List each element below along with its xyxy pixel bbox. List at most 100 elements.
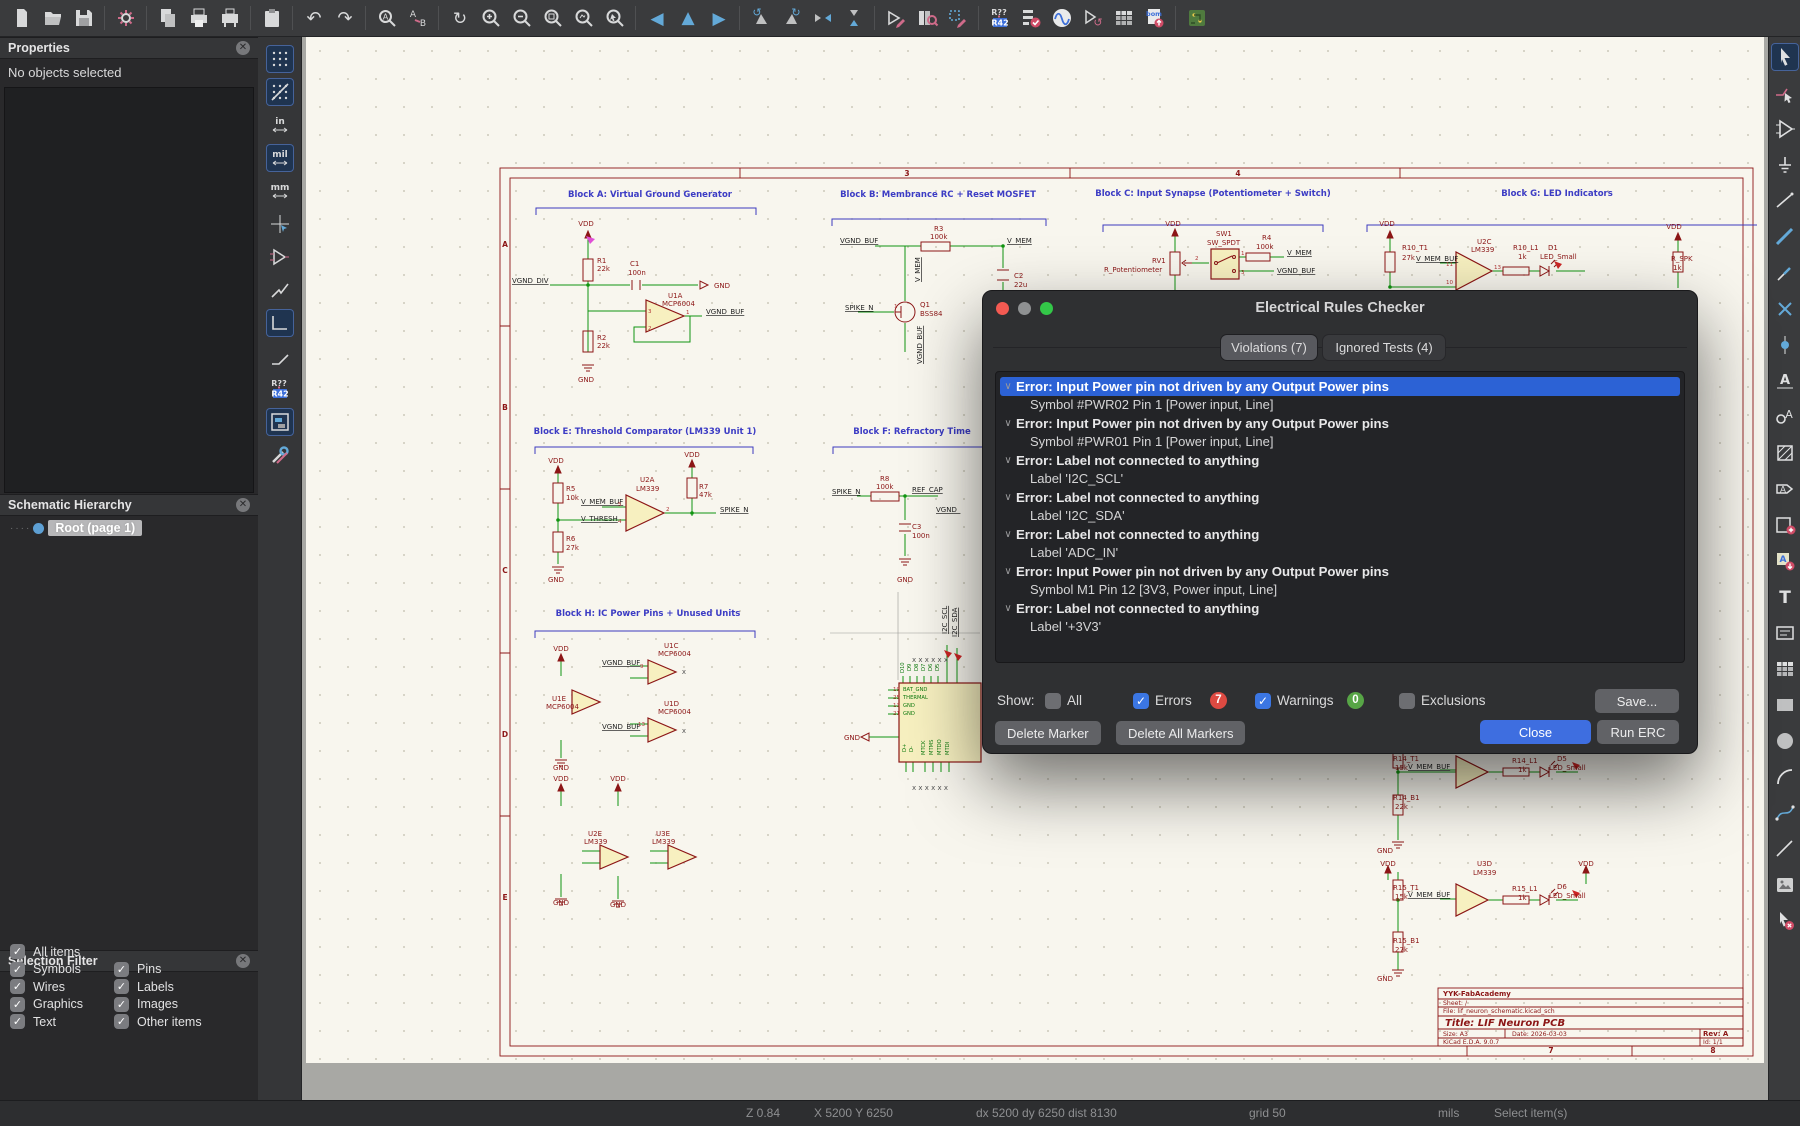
import-sheet-pin-button[interactable]: A bbox=[1771, 547, 1799, 575]
refresh-button[interactable]: ↻ bbox=[444, 3, 475, 33]
filter-item-graphics[interactable]: ✓Graphics bbox=[10, 997, 83, 1012]
zoom-fit-objects-button[interactable] bbox=[568, 3, 599, 33]
hierarchy-item-root[interactable]: ···· Root (page 1) bbox=[10, 520, 142, 536]
close-icon[interactable]: ✕ bbox=[236, 498, 250, 512]
delete-all-markers-button[interactable]: Delete All Markers bbox=[1116, 721, 1245, 745]
delete-tool-button[interactable] bbox=[1771, 907, 1799, 935]
violation-row[interactable]: ∨Error: Label not connected to anything bbox=[1000, 599, 1680, 618]
chevron-down-icon[interactable]: ∨ bbox=[1000, 492, 1016, 503]
page-settings-button[interactable] bbox=[152, 3, 183, 33]
checkbox-icon[interactable]: ✓ bbox=[114, 1014, 129, 1029]
units-inches-button[interactable]: in bbox=[266, 111, 294, 139]
violations-list[interactable]: ∨Error: Input Power pin not driven by an… bbox=[995, 371, 1685, 663]
violation-row[interactable]: ∨Error: Input Power pin not driven by an… bbox=[1000, 414, 1680, 433]
schematic-setup-button[interactable] bbox=[110, 3, 141, 33]
close-icon[interactable]: ✕ bbox=[236, 41, 250, 55]
zoom-in-button[interactable] bbox=[475, 3, 506, 33]
violation-detail[interactable]: Symbol M1 Pin 12 [3V3, Power input, Line… bbox=[1000, 581, 1680, 600]
hv-wires-button[interactable] bbox=[266, 309, 294, 337]
draw-wire-button[interactable] bbox=[1771, 187, 1799, 215]
violation-row[interactable]: ∨Error: Label not connected to anything bbox=[1000, 451, 1680, 470]
junction-button[interactable] bbox=[1771, 331, 1799, 359]
filter-item-wires[interactable]: ✓Wires bbox=[10, 979, 65, 994]
find-replace-button[interactable]: AB bbox=[402, 3, 433, 33]
violation-row[interactable]: ∨Error: Label not connected to anything bbox=[1000, 525, 1680, 544]
filter-item-all-items[interactable]: ✓All items bbox=[10, 944, 80, 959]
annotate-button[interactable]: R??R42 bbox=[984, 3, 1015, 33]
rotate-ccw-button[interactable]: ↺ bbox=[745, 3, 776, 33]
chevron-down-icon[interactable]: ∨ bbox=[1000, 529, 1016, 540]
zoom-out-button[interactable] bbox=[506, 3, 537, 33]
violation-detail[interactable]: Label 'I2C_SCL' bbox=[1000, 470, 1680, 489]
grid-visibility-button[interactable] bbox=[266, 45, 294, 73]
units-mils-button[interactable]: mil bbox=[266, 144, 294, 172]
run-erc-button[interactable] bbox=[1015, 3, 1046, 33]
draw-sheet-button[interactable] bbox=[1771, 511, 1799, 539]
no-connect-button[interactable] bbox=[1771, 295, 1799, 323]
hierarchical-label-button[interactable]: A bbox=[1771, 475, 1799, 503]
violation-detail[interactable]: Label '+3V3' bbox=[1000, 618, 1680, 637]
bezier-button[interactable] bbox=[1771, 799, 1799, 827]
simulator-button[interactable] bbox=[1046, 3, 1077, 33]
place-power-button[interactable] bbox=[1771, 151, 1799, 179]
show-checkbox-errors[interactable]: ✓ bbox=[1133, 693, 1149, 709]
violation-detail[interactable]: Label 'I2C_SDA' bbox=[1000, 507, 1680, 526]
checkbox-icon[interactable]: ✓ bbox=[10, 1014, 25, 1029]
update-symbols-button[interactable]: ↺ bbox=[1077, 3, 1108, 33]
chevron-down-icon[interactable]: ∨ bbox=[1000, 381, 1016, 392]
tab-violations[interactable]: Violations (7) bbox=[1221, 335, 1317, 360]
chevron-down-icon[interactable]: ∨ bbox=[1000, 566, 1016, 577]
rule-area-button[interactable] bbox=[1771, 439, 1799, 467]
export-bom-button[interactable]: bom bbox=[1139, 3, 1170, 33]
filter-item-pins[interactable]: ✓Pins bbox=[114, 962, 161, 977]
plot-button[interactable] bbox=[214, 3, 245, 33]
violation-row[interactable]: ∨Error: Input Power pin not driven by an… bbox=[1000, 562, 1680, 581]
rotate-cw-button[interactable]: ↻ bbox=[776, 3, 807, 33]
tab-ignored-tests[interactable]: Ignored Tests (4) bbox=[1323, 335, 1445, 360]
45-wires-button[interactable] bbox=[266, 342, 294, 370]
properties-panel-button[interactable] bbox=[266, 441, 294, 469]
checkbox-icon[interactable]: ✓ bbox=[114, 997, 129, 1012]
paste-button[interactable] bbox=[256, 3, 287, 33]
line-button[interactable] bbox=[1771, 835, 1799, 863]
violation-detail[interactable]: Label 'ADC_IN' bbox=[1000, 544, 1680, 563]
filter-item-symbols[interactable]: ✓Symbols bbox=[10, 962, 81, 977]
redo-button[interactable]: ↷ bbox=[329, 3, 360, 33]
find-button[interactable]: A bbox=[371, 3, 402, 33]
table-button[interactable] bbox=[1771, 655, 1799, 683]
nav-back-button[interactable]: ◀ bbox=[641, 3, 672, 33]
close-icon[interactable]: ✕ bbox=[236, 954, 250, 968]
violation-row[interactable]: ∨Error: Label not connected to anything bbox=[1000, 488, 1680, 507]
hierarchy-item-label[interactable]: Root (page 1) bbox=[48, 520, 142, 536]
show-checkbox-exclusions[interactable] bbox=[1399, 693, 1415, 709]
mirror-vertical-button[interactable] bbox=[838, 3, 869, 33]
chevron-down-icon[interactable]: ∨ bbox=[1000, 418, 1016, 429]
place-text-button[interactable]: T bbox=[1771, 583, 1799, 611]
nav-up-button[interactable]: ▲ bbox=[672, 3, 703, 33]
grid-overrides-button[interactable] bbox=[266, 78, 294, 106]
filter-item-images[interactable]: ✓Images bbox=[114, 997, 178, 1012]
symbol-fields-table-button[interactable] bbox=[1108, 3, 1139, 33]
new-file-button[interactable] bbox=[6, 3, 37, 33]
place-symbol-button[interactable] bbox=[1771, 115, 1799, 143]
edit-symbol-button[interactable] bbox=[880, 3, 911, 33]
annotate-auto-button[interactable]: R??R42 bbox=[266, 375, 294, 403]
checkbox-icon[interactable]: ✓ bbox=[114, 979, 129, 994]
zoom-selection-button[interactable] bbox=[599, 3, 630, 33]
browse-libraries-button[interactable] bbox=[911, 3, 942, 33]
arc-button[interactable] bbox=[1771, 763, 1799, 791]
show-checkbox-all[interactable] bbox=[1045, 693, 1061, 709]
violation-row[interactable]: ∨Error: Input Power pin not driven by an… bbox=[1000, 377, 1680, 396]
chevron-down-icon[interactable]: ∨ bbox=[1000, 455, 1016, 466]
nav-forward-button[interactable]: ▶ bbox=[703, 3, 734, 33]
checkbox-icon[interactable]: ✓ bbox=[10, 997, 25, 1012]
show-checkbox-warnings[interactable]: ✓ bbox=[1255, 693, 1271, 709]
print-button[interactable] bbox=[183, 3, 214, 33]
checkbox-icon[interactable]: ✓ bbox=[10, 944, 25, 959]
violation-detail[interactable]: Symbol #PWR02 Pin 1 [Power input, Line] bbox=[1000, 396, 1680, 415]
delete-marker-button[interactable]: Delete Marker bbox=[995, 721, 1101, 745]
chevron-down-icon[interactable]: ∨ bbox=[1000, 603, 1016, 614]
open-project-button[interactable] bbox=[37, 3, 68, 33]
free-angle-wires-button[interactable] bbox=[266, 276, 294, 304]
directive-label-button[interactable]: A bbox=[1771, 403, 1799, 431]
